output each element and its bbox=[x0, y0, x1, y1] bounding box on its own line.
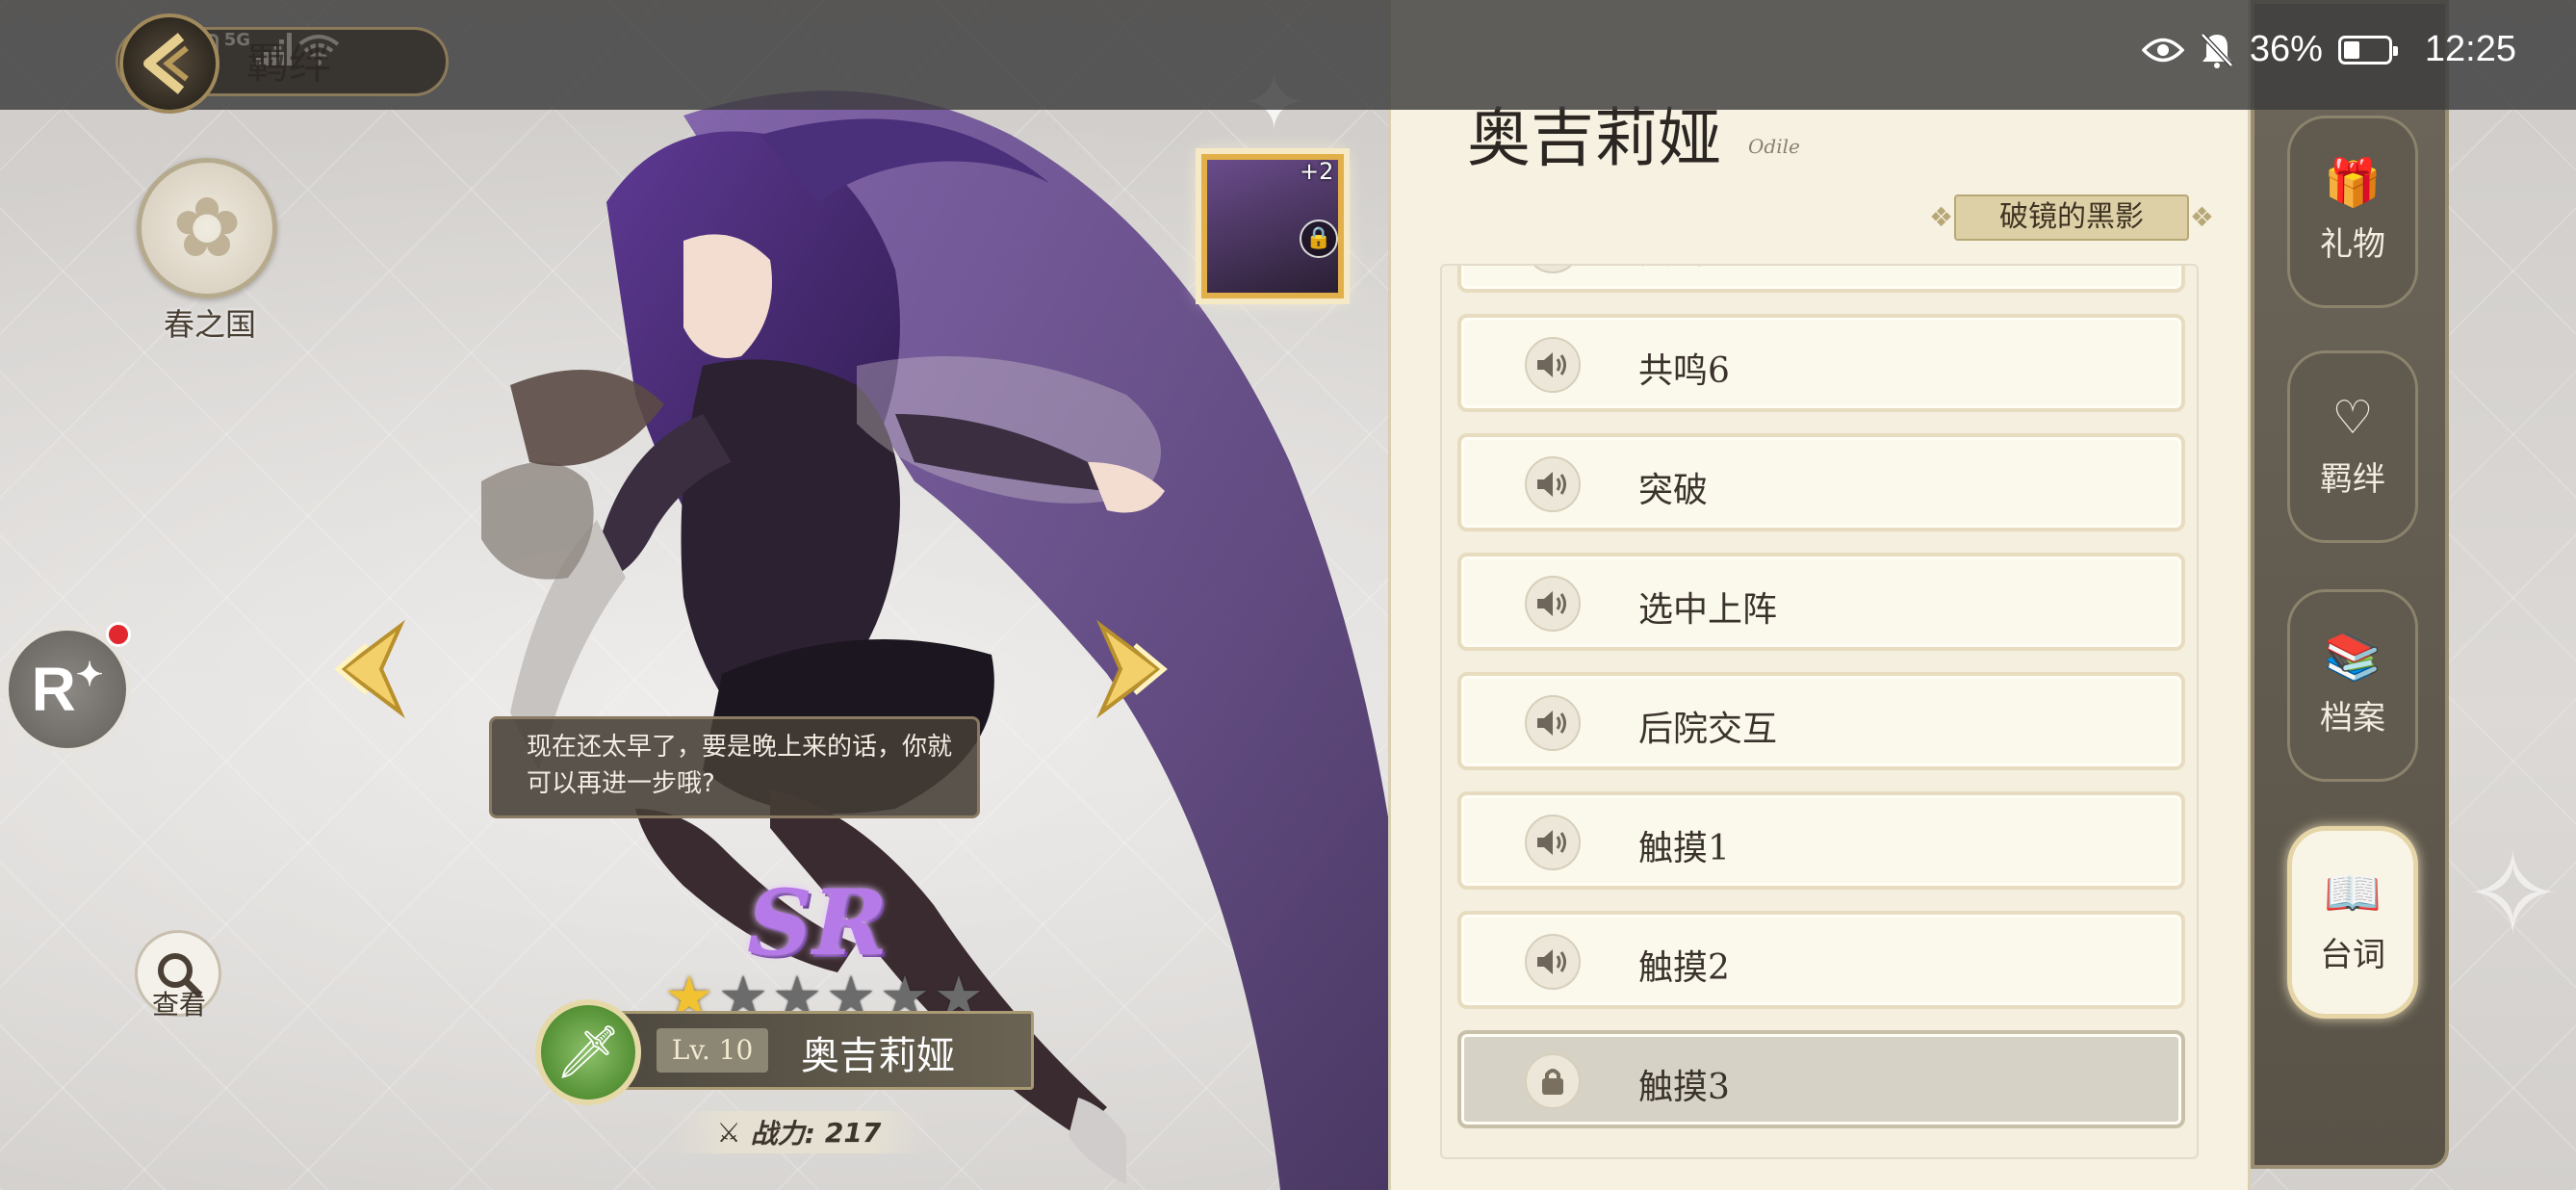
notification-dot bbox=[106, 622, 131, 647]
back-button[interactable] bbox=[119, 13, 219, 114]
dialogue-text: 现在还太早了，要是晚上来的话，你就可以再进一步哦? bbox=[527, 733, 953, 798]
tab-gift[interactable]: 🎁 礼物 bbox=[2287, 116, 2418, 308]
tab-books[interactable]: 📚 档案 bbox=[2287, 589, 2418, 782]
speaker-icon bbox=[1525, 266, 1581, 273]
voice-label: 选中上阵 bbox=[1638, 590, 1778, 630]
dialogue-bubble: 现在还太早了，要是晚上来的话，你就可以再进一步哦? bbox=[489, 716, 980, 818]
power-label: 战力: bbox=[750, 1118, 815, 1150]
rarity-badge: SR bbox=[747, 870, 889, 976]
page-title: 羁绊 bbox=[246, 39, 331, 89]
speaker-icon bbox=[1525, 695, 1581, 751]
eye-icon bbox=[2141, 38, 2184, 62]
region-emblem[interactable]: ✿ bbox=[137, 158, 277, 298]
clock: 12:25 bbox=[2424, 29, 2516, 69]
power-bar: ⚔ 战力: 217 bbox=[674, 1111, 924, 1153]
view-label: 查看 bbox=[151, 989, 206, 1021]
voice-label: 后院交互 bbox=[1638, 710, 1778, 749]
power-value: 217 bbox=[824, 1116, 882, 1149]
sword-role-icon: 🗡 bbox=[535, 999, 641, 1105]
speaker-icon bbox=[1525, 337, 1581, 393]
skin-tag[interactable]: 破镜的黑影 bbox=[1929, 194, 2214, 241]
voice-row-locked[interactable]: 触摸3 bbox=[1457, 1030, 2185, 1128]
tab-label: 台词 bbox=[2320, 935, 2385, 974]
back-arrow-icon bbox=[143, 33, 189, 94]
battery-percent: 36% bbox=[2249, 29, 2323, 69]
sparkle-icon: ✧ bbox=[2464, 828, 2562, 962]
next-character-button[interactable] bbox=[1092, 616, 1178, 722]
speaker-icon bbox=[1525, 934, 1581, 990]
voice-label: 共鸣1-5 bbox=[1638, 266, 1764, 273]
voice-label: 共鸣6 bbox=[1638, 351, 1730, 391]
sparkle-icon: ✦ bbox=[75, 657, 104, 693]
mute-bell-icon bbox=[2201, 32, 2233, 68]
voice-label: 触摸2 bbox=[1638, 948, 1730, 988]
open-book-icon: 📖 bbox=[2324, 866, 2382, 920]
gift-icon: 🎁 bbox=[2324, 155, 2382, 210]
character-name: 奥吉莉娅 bbox=[801, 1034, 955, 1078]
region-label: 春之国 bbox=[163, 306, 256, 343]
tab-heart-bond[interactable]: ♡ 羁绊 bbox=[2287, 350, 2418, 543]
voice-label: 触摸1 bbox=[1638, 829, 1730, 868]
panel-subtitle: Odile bbox=[1748, 135, 1800, 158]
avatar-badge: +2 bbox=[1300, 158, 1334, 185]
voice-row[interactable]: 共鸣6 bbox=[1457, 314, 2185, 412]
voice-row[interactable]: 触摸1 bbox=[1457, 791, 2185, 890]
level-tag: Lv. 10 bbox=[657, 1028, 768, 1073]
r-label: R bbox=[31, 655, 76, 724]
tab-label: 档案 bbox=[2320, 698, 2385, 737]
battery-icon bbox=[2337, 35, 2398, 65]
voice-row[interactable]: 后院交互 bbox=[1457, 672, 2185, 770]
sakura-icon: ✿ bbox=[171, 180, 243, 276]
voice-list[interactable]: 共鸣1-5 共鸣6 突破选中上阵后院交互触摸1 触摸2 触摸3 bbox=[1440, 264, 2199, 1159]
lock-icon bbox=[1525, 1053, 1581, 1109]
prev-character-button[interactable] bbox=[323, 616, 410, 722]
heart-bond-icon: ♡ bbox=[2331, 390, 2374, 445]
crossed-swords-icon: ⚔ bbox=[716, 1116, 741, 1149]
voice-label: 触摸3 bbox=[1638, 1068, 1730, 1107]
lock-icon: 🔒 bbox=[1300, 220, 1338, 258]
speaker-icon bbox=[1525, 576, 1581, 632]
tab-open-book[interactable]: 📖 台词 bbox=[2287, 826, 2418, 1019]
voice-row[interactable]: 触摸2 bbox=[1457, 911, 2185, 1009]
tab-label: 礼物 bbox=[2320, 224, 2385, 264]
status-right: 36% 12:25 bbox=[2141, 29, 2516, 70]
voice-label: 突破 bbox=[1638, 471, 1709, 510]
speaker-icon bbox=[1525, 456, 1581, 512]
voice-row[interactable]: 突破 bbox=[1457, 433, 2185, 531]
books-icon: 📚 bbox=[2324, 629, 2382, 684]
voice-row[interactable]: 选中上阵 bbox=[1457, 553, 2185, 651]
tab-label: 羁绊 bbox=[2320, 459, 2385, 499]
speaker-icon bbox=[1525, 815, 1581, 870]
voice-row[interactable]: 共鸣1-5 bbox=[1457, 266, 2185, 293]
